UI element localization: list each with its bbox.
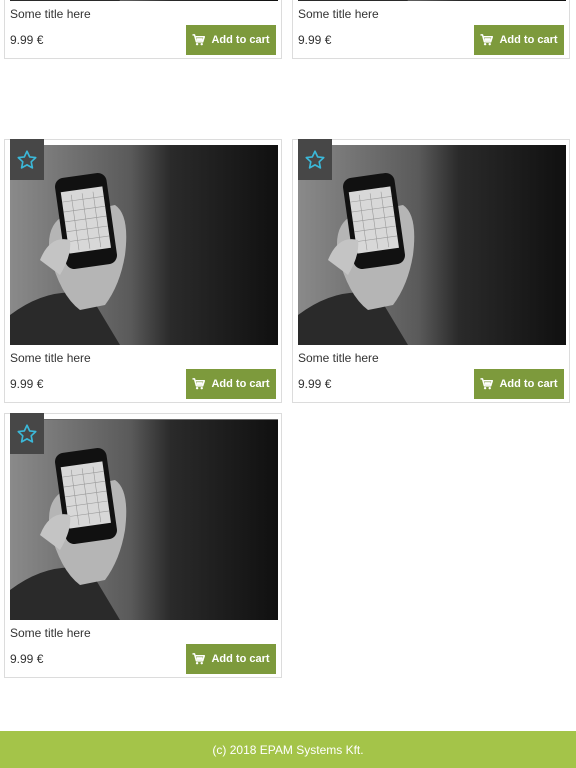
cart-icon [192,378,206,390]
product-image[interactable] [10,419,278,620]
product-image[interactable] [10,0,278,1]
add-to-cart-button[interactable]: Add to cart [186,369,276,399]
product-title: Some title here [10,626,91,640]
add-to-cart-label: Add to cart [499,34,558,46]
footer: (c) 2018 EPAM Systems Kft. [0,731,576,768]
footer-copyright: (c) 2018 EPAM Systems Kft. [212,742,364,757]
product-card: Some title here 9.99 € Add to cart [4,139,282,403]
cart-icon [192,34,206,46]
add-to-cart-label: Add to cart [499,378,558,390]
product-card: Some title here 9.99 € Add to cart [4,413,282,678]
product-price: 9.99 € [10,33,44,47]
favorite-button[interactable] [10,139,44,180]
star-outline-icon [17,423,37,443]
product-title: Some title here [10,7,91,21]
product-image[interactable] [298,145,566,345]
product-card: Some title here 9.99 € Add to cart [4,0,282,59]
favorite-button[interactable] [298,139,332,180]
product-card: Some title here 9.99 € Add to cart [292,139,570,403]
product-price: 9.99 € [10,652,44,666]
favorite-button[interactable] [10,413,44,454]
product-price: 9.99 € [298,33,332,47]
product-price: 9.99 € [10,377,44,391]
cart-icon [480,34,494,46]
product-image[interactable] [10,145,278,345]
cart-icon [192,653,206,665]
product-image[interactable] [298,0,566,1]
add-to-cart-button[interactable]: Add to cart [186,644,276,674]
product-card: Some title here 9.99 € Add to cart [292,0,570,59]
star-outline-icon [305,149,325,169]
star-outline-icon [17,149,37,169]
product-title: Some title here [298,351,379,365]
add-to-cart-button[interactable]: Add to cart [186,25,276,55]
product-price: 9.99 € [298,377,332,391]
add-to-cart-label: Add to cart [211,34,270,46]
add-to-cart-label: Add to cart [211,653,270,665]
add-to-cart-button[interactable]: Add to cart [474,25,564,55]
cart-icon [480,378,494,390]
add-to-cart-button[interactable]: Add to cart [474,369,564,399]
product-title: Some title here [298,7,379,21]
add-to-cart-label: Add to cart [211,378,270,390]
product-title: Some title here [10,351,91,365]
